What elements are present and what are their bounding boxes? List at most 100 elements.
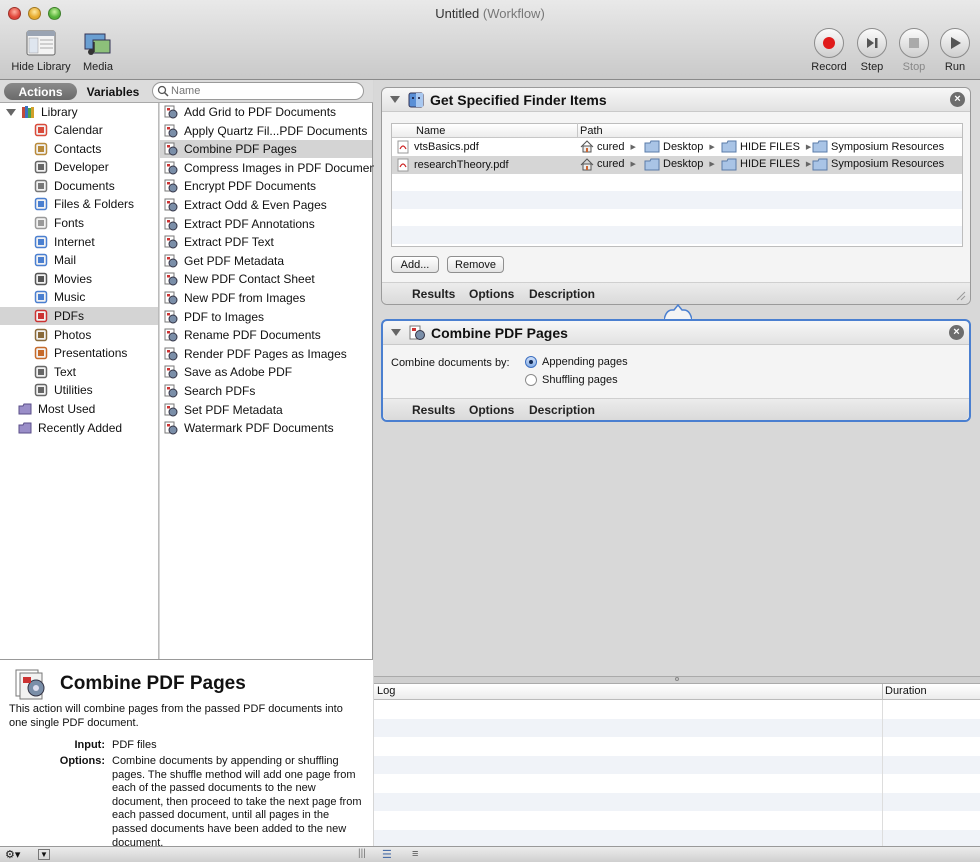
action-combine-pdf-pages[interactable]: Combine PDF Pages × Combine documents by…	[381, 319, 971, 422]
path-segment[interactable]: Symposium Resources	[812, 140, 944, 153]
category-label: Contacts	[54, 141, 102, 156]
description-tab[interactable]: Description	[529, 287, 595, 301]
category-label: Text	[54, 364, 77, 379]
file-row[interactable]: researchTheory.pdf cured ▶ Desktop ▶ HIDE FIL…	[392, 155, 962, 174]
tab-actions[interactable]: Actions	[4, 83, 77, 100]
action-item[interactable]: Watermark PDF Documents	[160, 419, 372, 437]
run-button-bezel	[940, 28, 970, 58]
category-files-folders[interactable]: Files & Folders	[0, 195, 158, 213]
action-item[interactable]: Render PDF Pages as Images	[160, 345, 372, 363]
action-item[interactable]: Compress Images in PDF Documents	[160, 159, 385, 177]
pdf-action-icon	[409, 325, 425, 340]
action-item[interactable]: Search PDFs	[160, 382, 372, 400]
action-item-label: Render PDF Pages as Images	[184, 346, 347, 361]
options-tab[interactable]: Options	[469, 403, 514, 417]
disclosure-triangle-icon[interactable]	[6, 108, 16, 116]
stop-button[interactable]: Stop	[895, 28, 933, 73]
toggle-description-icon[interactable]: ▼	[38, 849, 50, 860]
category-mail[interactable]: Mail	[0, 251, 158, 269]
action-item[interactable]: PDF to Images	[160, 308, 372, 326]
flow-view-icon[interactable]: ≡	[412, 848, 418, 860]
action-item[interactable]: Save as Adobe PDF	[160, 363, 372, 381]
smart-group-recently-added[interactable]: Recently Added	[0, 419, 158, 437]
list-view-icon[interactable]: ☰	[382, 848, 392, 861]
duration-column-header[interactable]: Duration	[885, 685, 927, 697]
path-segment[interactable]: Desktop ▶	[644, 158, 715, 171]
category-label: Mail	[54, 253, 77, 268]
description-tab[interactable]: Description	[529, 403, 595, 417]
disclosure-triangle-icon[interactable]	[390, 96, 400, 103]
action-item[interactable]: Rename PDF Documents	[160, 326, 372, 344]
path-segment[interactable]: cured ▶	[580, 140, 636, 153]
path-segment[interactable]: Desktop ▶	[644, 140, 715, 153]
category-label: Movies	[54, 271, 93, 286]
automator-action-icon	[15, 669, 45, 700]
results-tab[interactable]: Results	[412, 403, 455, 417]
record-button[interactable]: Record	[808, 28, 850, 73]
category-pdfs[interactable]: PDFs	[0, 307, 158, 325]
hide-library-button[interactable]: Hide Library	[6, 28, 76, 73]
category-developer[interactable]: Developer	[0, 158, 158, 176]
file-name-cell: researchTheory.pdf	[396, 158, 509, 172]
shuffling-pages-radio[interactable]: Shuffling pages	[525, 374, 618, 386]
action-item[interactable]: Set PDF Metadata	[160, 401, 372, 419]
action-item[interactable]: Extract Odd & Even Pages	[160, 196, 372, 214]
path-segment[interactable]: Symposium Resources	[812, 158, 944, 171]
action-item[interactable]: Encrypt PDF Documents	[160, 177, 372, 195]
path-segment[interactable]: HIDE FILES ▶	[721, 140, 811, 153]
category-contacts[interactable]: Contacts	[0, 140, 158, 158]
pane-resize-grip-icon[interactable]: |||	[358, 848, 366, 859]
gear-menu-icon[interactable]: ⚙▾	[5, 848, 20, 861]
path-segment[interactable]: HIDE FILES ▶	[721, 158, 811, 171]
remove-action-icon[interactable]: ×	[949, 325, 964, 340]
action-item[interactable]: Extract PDF Text	[160, 233, 372, 251]
category-documents[interactable]: Documents	[0, 177, 158, 195]
action-item-label: Add Grid to PDF Documents	[184, 105, 337, 119]
category-internet[interactable]: Internet	[0, 233, 158, 251]
action-get-specified-finder-items[interactable]: Get Specified Finder Items × Name Path v…	[381, 87, 971, 305]
category-calendar[interactable]: Calendar	[0, 121, 158, 139]
library-root[interactable]: Library	[0, 103, 158, 121]
action-item[interactable]: New PDF from Images	[160, 289, 372, 307]
log-splitter[interactable]	[374, 676, 980, 684]
category-utilities[interactable]: Utilities	[0, 381, 158, 399]
remove-button[interactable]: Remove	[447, 256, 504, 273]
run-button[interactable]: Run	[936, 28, 974, 73]
category-text[interactable]: Text	[0, 363, 158, 381]
category-music[interactable]: Music	[0, 288, 158, 306]
appending-pages-radio[interactable]: Appending pages	[525, 356, 628, 368]
disclosure-triangle-icon[interactable]	[391, 329, 401, 336]
category-movies[interactable]: Movies	[0, 270, 158, 288]
column-path-header[interactable]: Path	[580, 125, 603, 137]
category-photos[interactable]: Photos	[0, 326, 158, 344]
smart-group-most-used[interactable]: Most Used	[0, 400, 158, 418]
action-item[interactable]: Extract PDF Annotations	[160, 215, 372, 233]
category-icon	[34, 253, 48, 267]
action-item[interactable]: New PDF Contact Sheet	[160, 270, 372, 288]
action-item[interactable]: Apply Quartz Fil...PDF Documents	[160, 122, 372, 140]
finder-icon	[408, 92, 424, 108]
options-tab[interactable]: Options	[469, 287, 514, 301]
search-input[interactable]	[171, 84, 356, 98]
action-item[interactable]: Get PDF Metadata	[160, 252, 372, 270]
log-column-header[interactable]: Log	[377, 685, 395, 697]
automator-action-icon	[164, 328, 178, 342]
results-tab[interactable]: Results	[412, 287, 455, 301]
category-label: Documents	[54, 178, 115, 193]
add-button[interactable]: Add...	[391, 256, 439, 273]
media-button[interactable]: Media	[79, 28, 117, 73]
category-fonts[interactable]: Fonts	[0, 214, 158, 232]
action-item[interactable]: Combine PDF Pages	[160, 140, 372, 159]
tab-variables[interactable]: Variables	[80, 83, 146, 100]
step-button[interactable]: Step	[853, 28, 891, 73]
remove-action-icon[interactable]: ×	[950, 92, 965, 107]
column-name-header[interactable]: Name	[416, 125, 445, 137]
category-presentations[interactable]: Presentations	[0, 344, 158, 362]
file-row[interactable]: vtsBasics.pdf cured ▶ Desktop ▶ HIDE FILES ▶ Sy…	[392, 138, 962, 156]
action-item[interactable]: Add Grid to PDF Documents	[160, 103, 372, 121]
category-icon	[34, 365, 48, 379]
action-item-label: Watermark PDF Documents	[184, 421, 334, 436]
path-segment[interactable]: cured ▶	[580, 157, 636, 171]
path-segment-label: HIDE FILES	[740, 140, 800, 153]
resize-handle-icon[interactable]	[956, 291, 966, 301]
